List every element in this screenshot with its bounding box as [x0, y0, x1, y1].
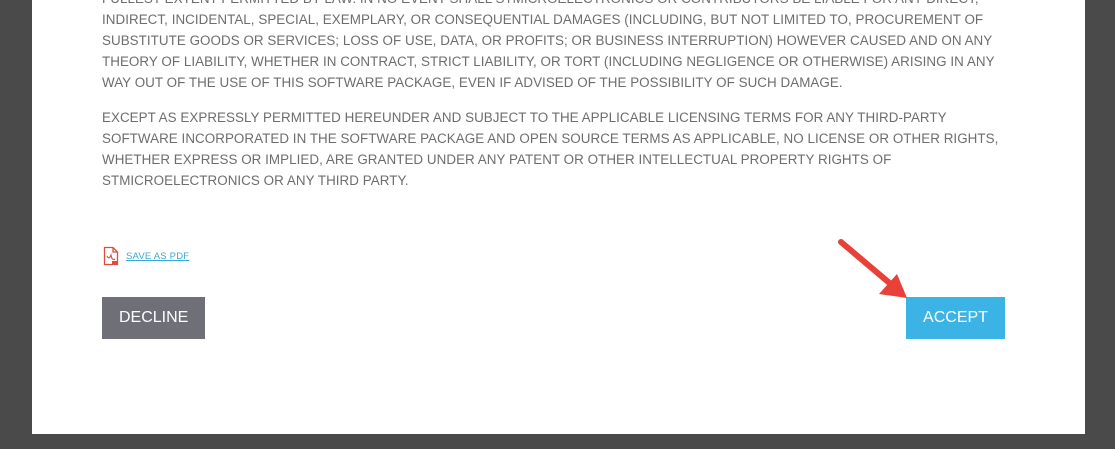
save-as-pdf-label: SAVE AS PDF — [126, 250, 190, 262]
license-paragraph: EXCEPT AS EXPRESSLY PERMITTED HEREUNDER … — [102, 110, 999, 188]
decline-button[interactable]: DECLINE — [102, 297, 205, 339]
license-dialog: FULLEST EXTENT PERMITTED BY LAW. IN NO E… — [32, 0, 1085, 434]
accept-button[interactable]: ACCEPT — [906, 297, 1005, 339]
pdf-file-icon — [103, 246, 119, 266]
license-text: FULLEST EXTENT PERMITTED BY LAW. IN NO E… — [102, 0, 1022, 205]
license-paragraph: FULLEST EXTENT PERMITTED BY LAW. IN NO E… — [102, 0, 995, 90]
red-arrow-icon — [838, 239, 907, 298]
save-as-pdf-link[interactable]: SAVE AS PDF — [103, 246, 189, 266]
